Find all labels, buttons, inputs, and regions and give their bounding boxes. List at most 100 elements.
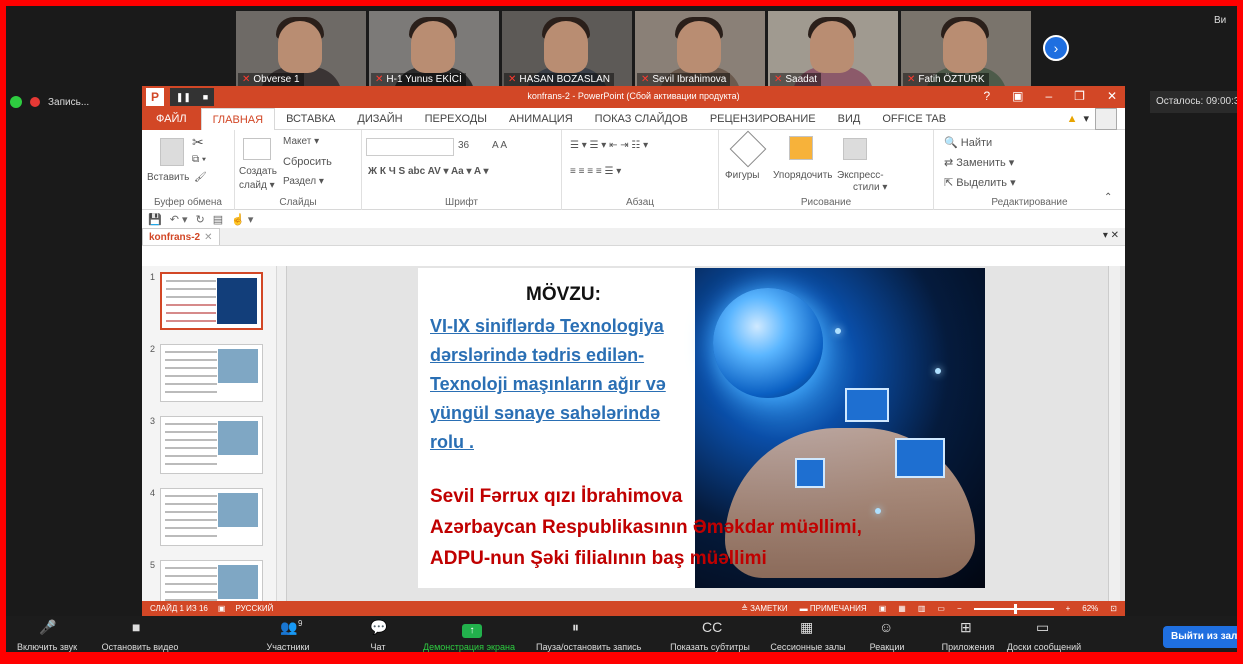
- shapes-button[interactable]: Фигуры: [725, 170, 759, 181]
- quick-styles-button[interactable]: Экспресс-: [837, 170, 884, 181]
- undo-icon[interactable]: ↶ ▾: [170, 213, 188, 226]
- new-slide-button[interactable]: Создать: [239, 166, 277, 177]
- ribbon-tab[interactable]: ГЛАВНАЯ: [200, 107, 276, 130]
- slide-scrollbar[interactable]: [1108, 266, 1120, 601]
- ribbon-tab[interactable]: РЕЦЕНЗИРОВАНИЕ: [699, 108, 827, 130]
- ribbon-tab[interactable]: АНИМАЦИЯ: [498, 108, 584, 130]
- font-style-buttons[interactable]: Ж К Ч S abc AV ▾ Aa ▾ A ▾: [368, 166, 489, 177]
- fit-slide-icon[interactable]: ⊡: [1110, 604, 1117, 613]
- toolbar-icon[interactable]: ⏸: [572, 619, 579, 636]
- collapse-ribbon-icon[interactable]: ⌃: [1104, 192, 1112, 203]
- quick-styles-icon[interactable]: [843, 138, 867, 160]
- toolbar-icon[interactable]: 👥: [280, 619, 297, 636]
- participant-tile[interactable]: ✕ H-1 Yunus EKİCİ: [369, 11, 499, 87]
- current-slide[interactable]: MÖVZU: VI-IX siniflərdə Texnologiya dərsl…: [418, 268, 985, 588]
- zoom-slider[interactable]: [973, 603, 1054, 614]
- toolbar-icon[interactable]: ▭: [1036, 619, 1049, 636]
- slideshow-icon[interactable]: ▤: [213, 213, 223, 226]
- doc-tab-konfrans[interactable]: konfrans-2 ✕: [142, 228, 220, 245]
- toolbar-button-label[interactable]: Демонстрация экрана: [423, 642, 515, 652]
- slide-thumbnail[interactable]: [160, 344, 263, 402]
- save-icon[interactable]: 💾: [148, 213, 162, 226]
- chevron-down-icon[interactable]: ▾: [1083, 112, 1089, 125]
- toolbar-button-label[interactable]: Пауза/остановить запись: [536, 642, 641, 652]
- participant-tile[interactable]: ✕ Saadat: [768, 11, 898, 87]
- normal-view-icon[interactable]: ▣: [879, 604, 887, 613]
- toolbar-button-label[interactable]: Сессионные залы: [764, 642, 852, 652]
- font-name-field[interactable]: [366, 138, 454, 156]
- zoom-out-icon[interactable]: −: [957, 604, 962, 613]
- participant-tile[interactable]: ✕ Fatih ÖZTÜRK: [901, 11, 1031, 87]
- toolbar-button-label[interactable]: Участники: [244, 642, 332, 652]
- ribbon-tab[interactable]: ПЕРЕХОДЫ: [414, 108, 498, 130]
- new-slide-icon[interactable]: [243, 138, 271, 160]
- quick-styles-dropdown[interactable]: стили ▾: [853, 182, 887, 193]
- share-screen-icon[interactable]: ↑: [462, 624, 482, 638]
- format-painter-icon[interactable]: 🖌: [194, 172, 207, 183]
- ribbon-tab[interactable]: ВСТАВКА: [275, 108, 346, 130]
- align-buttons[interactable]: ≡ ≡ ≡ ≡ ☰ ▾: [570, 166, 621, 177]
- ribbon-display-icon[interactable]: ▣: [1012, 89, 1023, 103]
- layout-button[interactable]: Макет ▾: [283, 136, 319, 147]
- participant-tile[interactable]: ✕ Sevil Ibrahimova: [635, 11, 765, 87]
- cut-icon[interactable]: ✂: [192, 134, 204, 151]
- paste-button[interactable]: Вставить: [147, 172, 189, 183]
- tab-controls[interactable]: ▾ ✕: [1103, 230, 1119, 241]
- arrange-icon[interactable]: [789, 136, 813, 160]
- replace-button[interactable]: ⇄ Заменить ▾: [944, 156, 1014, 169]
- slideshow-view-icon[interactable]: ▭: [937, 604, 945, 613]
- ribbon-tab[interactable]: ФАЙЛ: [142, 107, 201, 130]
- copy-icon[interactable]: ⧉ ▾: [192, 154, 206, 165]
- close-tab-icon[interactable]: ✕: [204, 232, 212, 243]
- toolbar-button-label[interactable]: Остановить видео: [96, 642, 184, 652]
- warning-icon[interactable]: ▲: [1067, 113, 1078, 125]
- toolbar-icon[interactable]: ■: [132, 619, 140, 635]
- toolbar-icon[interactable]: ⊞: [960, 619, 972, 636]
- list-buttons[interactable]: ☰ ▾ ☰ ▾ ⇤ ⇥ ☷ ▾: [570, 140, 648, 151]
- minimize-icon[interactable]: –: [1045, 89, 1052, 103]
- toolbar-icon[interactable]: CC: [702, 619, 722, 635]
- thumbnails-scrollbar[interactable]: [276, 266, 286, 601]
- reset-button[interactable]: Сбросить: [283, 156, 332, 168]
- touch-mode-icon[interactable]: ☝ ▾: [231, 213, 253, 226]
- spellcheck-icon[interactable]: ▣: [218, 604, 226, 613]
- comments-button[interactable]: ▬ ПРИМЕЧАНИЯ: [800, 604, 867, 613]
- redo-icon[interactable]: ↻: [196, 213, 205, 226]
- toolbar-button-label[interactable]: Показать субтитры: [666, 642, 754, 652]
- toolbar-button-label[interactable]: Реакции: [843, 642, 931, 652]
- reading-view-icon[interactable]: ▥: [918, 604, 926, 613]
- view-button[interactable]: Ви: [1214, 15, 1226, 26]
- ribbon-tab[interactable]: ВИД: [827, 108, 872, 130]
- toolbar-button-label[interactable]: Чат: [334, 642, 422, 652]
- font-grow-icon[interactable]: A A: [492, 140, 507, 151]
- font-size-field[interactable]: 36: [458, 140, 469, 151]
- notes-button[interactable]: ≜ ЗАМЕТКИ: [741, 604, 787, 613]
- ribbon-tab[interactable]: ДИЗАЙН: [346, 108, 413, 130]
- section-button[interactable]: Раздел ▾: [283, 176, 324, 187]
- close-icon[interactable]: ✕: [1107, 89, 1117, 103]
- ribbon-tab[interactable]: ПОКАЗ СЛАЙДОВ: [584, 108, 699, 130]
- new-slide-dropdown[interactable]: слайд ▾: [239, 180, 275, 191]
- paste-icon[interactable]: [160, 138, 184, 166]
- participant-tile[interactable]: ✕ HASAN BOZASLAN: [502, 11, 632, 87]
- select-button[interactable]: ⇱ Выделить ▾: [944, 176, 1016, 189]
- next-page-button[interactable]: ›: [1043, 35, 1069, 61]
- language-indicator[interactable]: РУССКИЙ: [235, 604, 273, 613]
- slide-thumbnail[interactable]: [160, 488, 263, 546]
- toolbar-icon[interactable]: 💬: [370, 619, 387, 636]
- shapes-icon[interactable]: [729, 130, 767, 168]
- zoom-in-icon[interactable]: +: [1066, 604, 1071, 613]
- toolbar-icon[interactable]: ☺: [879, 619, 893, 635]
- find-button[interactable]: 🔍 Найти: [944, 136, 992, 149]
- toolbar-icon[interactable]: ▦: [800, 619, 813, 636]
- leave-room-button[interactable]: Выйти из зала: [1163, 626, 1243, 648]
- zoom-level[interactable]: 62%: [1082, 604, 1098, 613]
- toolbar-icon[interactable]: 🎤: [39, 619, 56, 636]
- toolbar-button-label[interactable]: Включить звук: [3, 642, 91, 652]
- slide-thumbnail[interactable]: [160, 272, 263, 330]
- ribbon-tab[interactable]: OFFICE TAB: [871, 108, 957, 130]
- arrange-button[interactable]: Упорядочить: [773, 170, 833, 181]
- toolbar-button-label[interactable]: Доски сообщений: [1000, 642, 1088, 652]
- participant-tile[interactable]: ✕ Obverse 1: [236, 11, 366, 87]
- zoom-slider-thumb[interactable]: [1013, 603, 1017, 614]
